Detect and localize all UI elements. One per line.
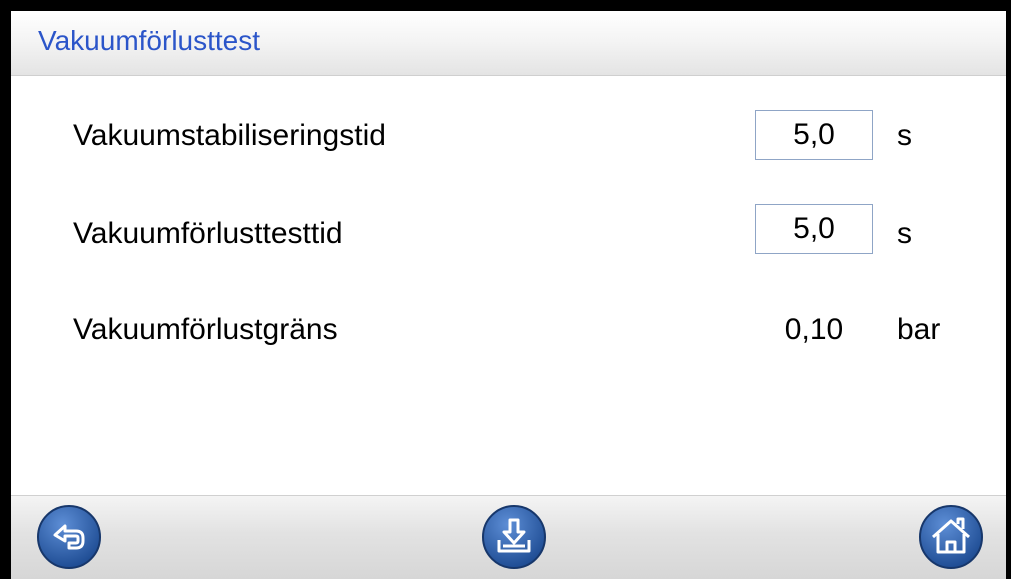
footer-bar [11, 495, 1006, 579]
screen: Vakuumförlusttest Vakuumstabiliseringsti… [11, 11, 1006, 579]
vacuum-stabilization-time-unit: s [897, 119, 912, 152]
vacuum-loss-limit-label: Vakuumförlustgräns [73, 313, 338, 346]
save-download-icon [482, 505, 546, 569]
vacuum-loss-limit-value: 0,10 [784, 313, 844, 346]
header-bar: Vakuumförlusttest [11, 11, 1006, 76]
back-arrow-icon [37, 505, 101, 569]
home-icon [919, 505, 983, 569]
device-frame: Vakuumförlusttest Vakuumstabiliseringsti… [0, 0, 1011, 579]
vacuum-stabilization-time-label: Vakuumstabiliseringstid [73, 119, 386, 152]
save-button[interactable] [481, 504, 547, 570]
vacuum-loss-test-time-label: Vakuumförlusttesttid [73, 217, 343, 250]
home-button[interactable] [918, 504, 984, 570]
vacuum-stabilization-time-field[interactable]: 5,0 [755, 110, 873, 160]
vacuum-loss-test-time-field[interactable]: 5,0 [755, 204, 873, 254]
back-button[interactable] [36, 504, 102, 570]
vacuum-loss-test-time-unit: s [897, 217, 912, 250]
page-title: Vakuumförlusttest [38, 25, 261, 56]
vacuum-loss-limit-unit: bar [897, 313, 941, 346]
